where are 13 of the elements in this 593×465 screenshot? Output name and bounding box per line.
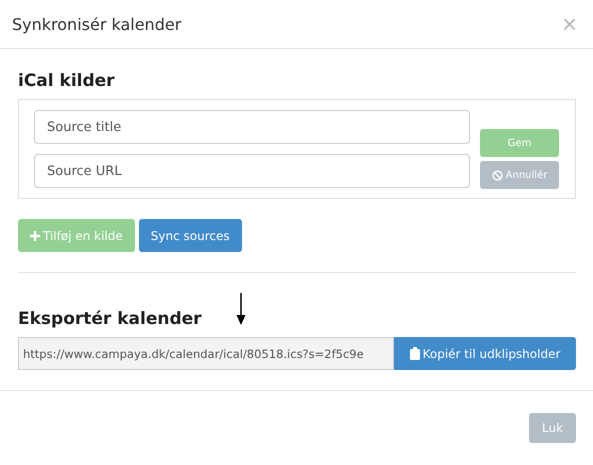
close-button[interactable]: × (558, 11, 581, 37)
copy-button[interactable]: Kopiér til udklipsholder (394, 337, 576, 370)
input-field[interactable]: Source title (34, 110, 470, 144)
url-field[interactable]: https://www.campaya.dk/calendar/ical/80518.ics?s=2f5c9e (18, 337, 394, 370)
plus-icon (30, 230, 40, 240)
section-heading: Eksportér kalender (18, 309, 202, 329)
sync-sources-button[interactable]: Sync sources (138, 219, 242, 252)
down-arrow-icon (236, 293, 246, 325)
ban-icon (492, 170, 503, 180)
input-field[interactable]: Source URL (34, 154, 470, 188)
section-heading: iCal kilder (18, 71, 116, 91)
clipboard-icon (410, 347, 420, 360)
dialog-title: Synkronisér kalender (12, 14, 182, 34)
